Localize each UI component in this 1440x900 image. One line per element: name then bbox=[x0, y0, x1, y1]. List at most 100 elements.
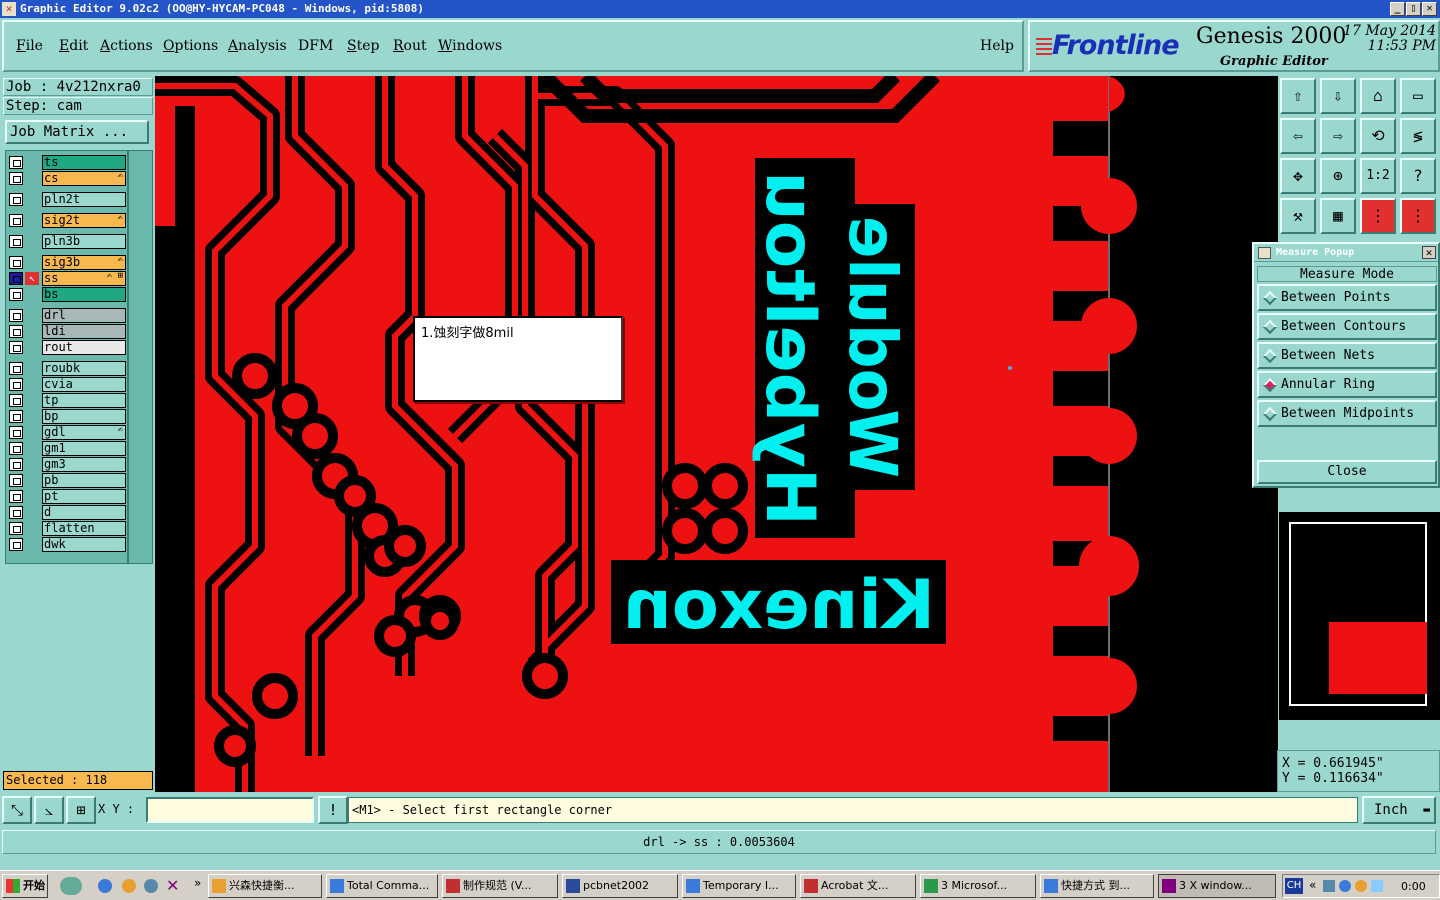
tray-expand-icon[interactable]: « bbox=[1309, 878, 1316, 892]
layer-name[interactable]: rout bbox=[42, 340, 126, 355]
layer-row[interactable]: dwk bbox=[9, 537, 127, 552]
job-matrix-button[interactable]: Job Matrix ... bbox=[5, 120, 149, 144]
layer-row[interactable]: cvia bbox=[9, 377, 127, 392]
quicklaunch-icon[interactable] bbox=[60, 877, 82, 895]
layer-name[interactable]: cs bbox=[42, 171, 126, 186]
layer-row[interactable]: flatten bbox=[9, 521, 127, 536]
measure-close-button[interactable]: Close bbox=[1257, 460, 1437, 484]
layer-name[interactable]: gm1 bbox=[42, 441, 126, 456]
menu-step[interactable]: Step bbox=[347, 38, 379, 54]
language-indicator[interactable]: CH bbox=[1285, 878, 1303, 894]
rotate-icon[interactable]: ⟲ bbox=[1360, 118, 1396, 154]
taskbar-item[interactable]: Acrobat 文... bbox=[800, 874, 916, 898]
layer-row[interactable]: ts bbox=[9, 155, 127, 170]
help-icon[interactable]: ? bbox=[1400, 158, 1436, 194]
tools-icon[interactable]: ⚒ bbox=[1280, 198, 1316, 234]
layer-checkbox[interactable] bbox=[9, 172, 23, 185]
layer-checkbox[interactable] bbox=[9, 522, 23, 535]
layer-name[interactable]: pln3b bbox=[42, 234, 126, 249]
center-icon[interactable]: ⊕ bbox=[1320, 158, 1356, 194]
layer-row[interactable]: gdl ✍ bbox=[9, 425, 127, 440]
taskbar-item[interactable]: 兴森快捷衡... bbox=[208, 874, 322, 898]
clock-app-icon[interactable] bbox=[122, 879, 136, 893]
layer-checkbox[interactable] bbox=[9, 378, 23, 391]
taskbar-item[interactable]: 3 Microsof... bbox=[920, 874, 1036, 898]
layer-name[interactable]: drl bbox=[42, 308, 126, 323]
grid-icon[interactable]: ▦ bbox=[1320, 198, 1356, 234]
taskbar-item[interactable]: pcbnet2002 bbox=[562, 874, 678, 898]
graphic-canvas[interactable]: Hybeltou Hybeltou Wodule Kinexon 1.蚀刻字做8… bbox=[155, 76, 1278, 792]
layer-checkbox[interactable] bbox=[9, 156, 23, 169]
measure-option[interactable]: Between Contours bbox=[1257, 313, 1437, 340]
taskbar-item[interactable]: Total Comma... bbox=[326, 874, 438, 898]
layer-checkbox[interactable] bbox=[9, 410, 23, 423]
layer-name[interactable]: bp bbox=[42, 409, 126, 424]
menu-rout[interactable]: Rout bbox=[393, 38, 427, 54]
layer-row[interactable]: ldi bbox=[9, 324, 127, 339]
layer-name[interactable]: dwk bbox=[42, 537, 126, 552]
taskbar-item[interactable]: 3 X window... bbox=[1158, 874, 1276, 898]
layer-name[interactable]: sig3b bbox=[42, 255, 126, 270]
start-button[interactable]: 开始 bbox=[2, 874, 48, 898]
layer-name[interactable]: gdl bbox=[42, 425, 126, 440]
layer-list-scrollbar[interactable] bbox=[128, 150, 153, 564]
tray-display-icon[interactable] bbox=[1371, 880, 1383, 892]
menu-dfm[interactable]: DFM bbox=[298, 38, 333, 54]
layer-name[interactable]: cvia bbox=[42, 377, 126, 392]
layer-checkbox[interactable] bbox=[9, 235, 23, 248]
layer-checkbox[interactable] bbox=[9, 256, 23, 269]
snap-grid-icon[interactable]: ⊞ bbox=[66, 796, 96, 824]
layer-checkbox[interactable] bbox=[9, 538, 23, 551]
menu-analysis[interactable]: Analysis bbox=[228, 38, 287, 54]
layer-checkbox[interactable] bbox=[9, 193, 23, 206]
tray-app-icon[interactable] bbox=[1339, 880, 1351, 892]
ie-icon[interactable] bbox=[98, 879, 112, 893]
menu-help[interactable]: Help bbox=[980, 38, 1014, 54]
browser-icon[interactable] bbox=[144, 879, 158, 893]
execute-button[interactable]: ! bbox=[318, 796, 348, 824]
layers-red-icon[interactable]: ⋮ bbox=[1400, 198, 1436, 234]
layer-name[interactable]: pt bbox=[42, 489, 126, 504]
layer-name[interactable]: sig2t bbox=[42, 213, 126, 228]
more-icon[interactable]: » bbox=[194, 876, 201, 890]
layer-name[interactable]: pb bbox=[42, 473, 126, 488]
layer-checkbox[interactable] bbox=[9, 309, 23, 322]
taskbar-item[interactable]: 快捷方式 到... bbox=[1040, 874, 1154, 898]
layer-name[interactable]: gm3 bbox=[42, 457, 126, 472]
scale-icon[interactable]: 1:2 bbox=[1360, 158, 1396, 194]
layer-row[interactable]: ss ✍ ⊞ ↖ bbox=[9, 271, 127, 286]
layer-checkbox[interactable] bbox=[9, 341, 23, 354]
measure-option[interactable]: Annular Ring bbox=[1257, 371, 1437, 398]
layer-name[interactable]: pln2t bbox=[42, 192, 126, 207]
overview-map[interactable] bbox=[1279, 512, 1440, 720]
window-icon[interactable]: ▭ bbox=[1400, 78, 1436, 114]
layer-checkbox[interactable] bbox=[9, 362, 23, 375]
layer-checkbox[interactable] bbox=[9, 272, 23, 285]
layer-row[interactable]: rout bbox=[9, 340, 127, 355]
layer-checkbox[interactable] bbox=[9, 394, 23, 407]
layer-row[interactable]: gm1 bbox=[9, 441, 127, 456]
menu-windows[interactable]: Windows bbox=[438, 38, 502, 54]
export-icon[interactable]: ⇧ bbox=[1280, 78, 1316, 114]
layer-checkbox[interactable] bbox=[9, 288, 23, 301]
layer-row[interactable]: gm3 bbox=[9, 457, 127, 472]
layer-name[interactable]: bs bbox=[42, 287, 126, 302]
units-dropdown[interactable]: Inch ▬ bbox=[1362, 796, 1436, 824]
xy-input[interactable] bbox=[146, 797, 314, 823]
measure-icon[interactable]: ⦣ bbox=[34, 796, 64, 824]
snake-icon[interactable]: ≶ bbox=[1400, 118, 1436, 154]
popup-close-icon[interactable]: ✕ bbox=[1422, 246, 1436, 259]
layer-checkbox[interactable] bbox=[9, 506, 23, 519]
import-icon[interactable]: ⇩ bbox=[1320, 78, 1356, 114]
measure-option[interactable]: Between Nets bbox=[1257, 342, 1437, 369]
layer-checkbox[interactable] bbox=[9, 490, 23, 503]
taskbar-item[interactable]: Temporary I... bbox=[682, 874, 796, 898]
step-left-icon[interactable]: ⇦ bbox=[1280, 118, 1316, 154]
layer-row[interactable]: drl bbox=[9, 308, 127, 323]
layer-name[interactable]: ldi bbox=[42, 324, 126, 339]
taskbar-item[interactable]: 制作规范 (V... bbox=[442, 874, 558, 898]
layer-row[interactable]: d bbox=[9, 505, 127, 520]
layer-checkbox[interactable] bbox=[9, 458, 23, 471]
layer-checkbox[interactable] bbox=[9, 474, 23, 487]
fit-icon[interactable]: ✥ bbox=[1280, 158, 1316, 194]
